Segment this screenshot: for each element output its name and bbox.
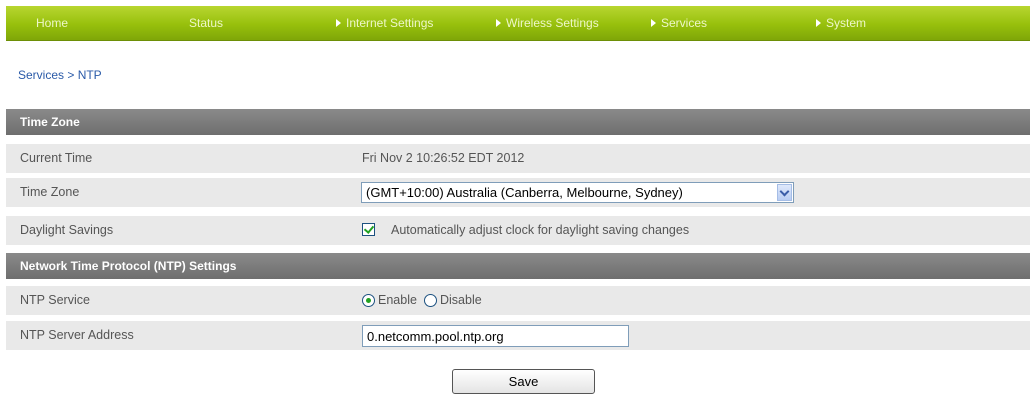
row-current-time: Current Time Fri Nov 2 10:26:52 EDT 2012 [6, 144, 1030, 173]
row-ntp-server-address: NTP Server Address [6, 321, 1030, 350]
ntp-disable-radio[interactable] [424, 294, 437, 307]
ntp-server-address-input[interactable] [362, 325, 629, 347]
triangle-right-icon [651, 19, 656, 27]
nav-status[interactable]: Status [189, 6, 223, 40]
triangle-right-icon [496, 19, 501, 27]
row-daylight-savings: Daylight Savings Automatically adjust cl… [6, 216, 1030, 245]
ntp-service-label: NTP Service [20, 293, 90, 307]
triangle-right-icon [336, 19, 341, 27]
ntp-enable-radio[interactable] [362, 294, 375, 307]
triangle-right-icon [816, 19, 821, 27]
current-time-value: Fri Nov 2 10:26:52 EDT 2012 [362, 151, 525, 165]
ntp-enable-label[interactable]: Enable [378, 286, 417, 315]
nav-internet-settings-label: Internet Settings [346, 16, 434, 30]
nav-internet-settings[interactable]: Internet Settings [336, 6, 433, 40]
section-header-ntp: Network Time Protocol (NTP) Settings [6, 253, 1030, 279]
breadcrumb[interactable]: Services > NTP [18, 68, 102, 82]
nav-wireless-settings[interactable]: Wireless Settings [496, 6, 599, 40]
row-time-zone: Time Zone (GMT+10:00) Australia (Canberr… [6, 178, 1030, 207]
nav-status-label: Status [189, 16, 224, 30]
nav-system-label: System [826, 16, 867, 30]
current-time-label: Current Time [20, 151, 93, 165]
daylight-savings-text: Automatically adjust clock for daylight … [391, 223, 690, 237]
save-button[interactable]: Save [452, 369, 595, 394]
ntp-disable-label[interactable]: Disable [440, 286, 482, 315]
chevron-down-icon [779, 186, 790, 197]
top-nav-bar: Home Status Internet Settings Wireless S… [6, 6, 1030, 41]
nav-services[interactable]: Services [651, 6, 707, 40]
nav-home-label: Home [36, 16, 69, 30]
section-header-time-zone: Time Zone [6, 109, 1030, 135]
nav-home[interactable]: Home [36, 6, 68, 40]
time-zone-selected-value: (GMT+10:00) Australia (Canberra, Melbour… [366, 185, 683, 200]
time-zone-select[interactable]: (GMT+10:00) Australia (Canberra, Melbour… [361, 182, 794, 203]
daylight-savings-checkbox[interactable] [362, 223, 375, 236]
row-ntp-service: NTP Service Enable Disable [6, 286, 1030, 315]
nav-services-label: Services [661, 16, 708, 30]
ntp-server-address-label: NTP Server Address [20, 328, 134, 342]
nav-system[interactable]: System [816, 6, 866, 40]
radio-selected-dot [366, 298, 371, 303]
daylight-savings-label: Daylight Savings [20, 223, 114, 237]
checkmark-icon [363, 223, 375, 234]
nav-wireless-settings-label: Wireless Settings [506, 16, 599, 30]
time-zone-label: Time Zone [20, 185, 80, 199]
dropdown-button[interactable] [777, 184, 792, 201]
